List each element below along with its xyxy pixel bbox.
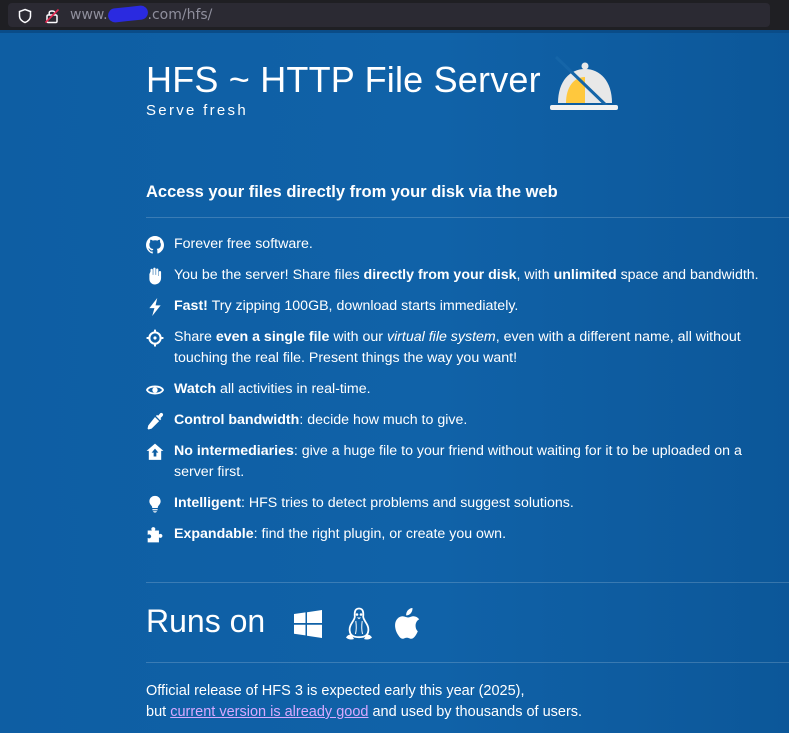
text-run: directly from your disk <box>363 267 517 283</box>
page-body: HFS ~ HTTP File Server Serve fresh Acces… <box>0 33 789 733</box>
hand-icon <box>149 267 162 285</box>
windows-icon <box>294 610 322 638</box>
feature-item: You be the server! Share files directly … <box>146 265 774 286</box>
release-line-1: Official release of HFS 3 is expected ea… <box>146 683 525 699</box>
text-run: Forever free software. <box>174 236 313 252</box>
crosshair-icon <box>146 329 164 347</box>
current-version-link[interactable]: current version is already good <box>170 704 368 720</box>
house-up-icon <box>146 443 164 460</box>
shield-icon[interactable] <box>17 8 33 24</box>
feature-text: Share even a single file with our virtua… <box>174 329 741 366</box>
feature-text: No intermediaries: give a huge file to y… <box>174 443 742 480</box>
apple-icon <box>395 608 420 639</box>
feature-text: Forever free software. <box>174 236 313 252</box>
text-run: : decide how much to give. <box>299 412 468 428</box>
tagline: Access your files directly from your dis… <box>146 183 558 201</box>
github-icon <box>146 236 164 254</box>
feature-item: No intermediaries: give a huge file to y… <box>146 441 774 483</box>
text-run: Fast! <box>174 298 208 314</box>
feature-item: Fast! Try zipping 100GB, download starts… <box>146 296 774 317</box>
feature-text: Intelligent: HFS tries to detect problem… <box>174 495 574 511</box>
feature-item: Watch all activities in real-time. <box>146 379 774 400</box>
feature-text: Control bandwidth: decide how much to gi… <box>174 412 467 428</box>
text-run: Expandable <box>174 526 254 542</box>
release-prefix: but <box>146 704 171 720</box>
url-text[interactable]: www. .com/hfs/ <box>70 4 213 24</box>
text-run: with our <box>329 329 387 345</box>
text-run: No intermediaries <box>174 443 294 459</box>
feature-text: Fast! Try zipping 100GB, download starts… <box>174 298 518 314</box>
text-run: Try zipping 100GB, download starts immed… <box>207 298 519 314</box>
text-run: unlimited <box>553 267 617 283</box>
divider <box>146 217 789 218</box>
text-run: all activities in real-time. <box>216 381 371 397</box>
redaction-scribble <box>106 4 149 24</box>
url-suffix: .com/hfs/ <box>147 7 213 23</box>
linux-icon <box>346 607 372 640</box>
browser-toolbar: www. .com/hfs/ <box>0 0 789 30</box>
text-run: : find the right plugin, or create you o… <box>253 526 507 542</box>
address-bar[interactable]: www. .com/hfs/ <box>8 3 770 27</box>
feature-text: Watch all activities in real-time. <box>174 381 371 397</box>
runs-on-heading: Runs on <box>146 603 266 639</box>
feature-item: Intelligent: HFS tries to detect problem… <box>146 493 774 514</box>
text-run: even a single file <box>215 329 330 345</box>
divider <box>146 662 789 663</box>
feature-item: Expandable: find the right plugin, or cr… <box>146 524 774 545</box>
page-title: HFS ~ HTTP File Server <box>146 59 541 100</box>
url-prefix: www. <box>70 7 108 23</box>
divider <box>146 582 789 583</box>
lightbulb-icon <box>149 495 161 513</box>
feature-item: Control bandwidth: decide how much to gi… <box>146 410 774 431</box>
text-run: Watch <box>174 381 217 397</box>
feature-item: Share even a single file with our virtua… <box>146 327 774 369</box>
lightning-icon <box>149 298 161 316</box>
feature-text: Expandable: find the right plugin, or cr… <box>174 526 506 542</box>
page-subtitle: Serve fresh <box>146 102 248 119</box>
text-run: , with <box>516 267 554 283</box>
text-run: Control bandwidth <box>174 412 300 428</box>
feature-item: Forever free software. <box>146 234 774 255</box>
feature-text: You be the server! Share files directly … <box>174 267 759 283</box>
eyedropper-icon <box>147 412 164 430</box>
release-note: Official release of HFS 3 is expected ea… <box>146 681 706 723</box>
puzzle-icon <box>147 527 163 543</box>
text-run: Intelligent <box>174 495 241 511</box>
text-run: : HFS tries to detect problems and sugge… <box>241 495 574 511</box>
text-run: virtual file system <box>386 329 496 345</box>
insecure-lock-icon[interactable] <box>44 8 60 24</box>
release-suffix: and used by thousands of users. <box>368 704 583 720</box>
text-run: You be the server! Share files <box>174 267 364 283</box>
cloche-icon <box>550 55 618 111</box>
text-run: space and bandwidth. <box>616 267 759 283</box>
feature-list: Forever free software. You be the server… <box>146 234 789 555</box>
text-run: Share <box>174 329 216 345</box>
eye-icon <box>146 385 164 395</box>
